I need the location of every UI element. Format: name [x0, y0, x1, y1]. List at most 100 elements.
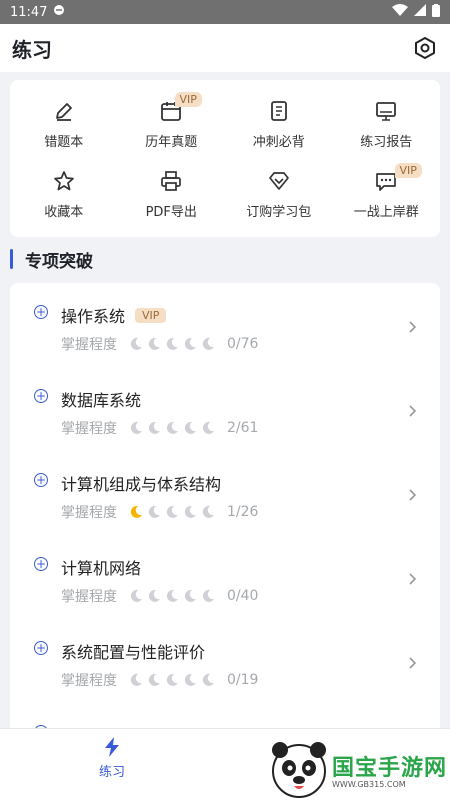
shortcut-practice-report[interactable]: 练习报告 — [333, 88, 441, 159]
plus-circle-icon[interactable]: + — [34, 305, 48, 319]
mastery-label: 掌握程度 — [61, 673, 117, 689]
moon-icon — [130, 505, 142, 518]
moon-icon — [166, 421, 178, 434]
signal-icon — [414, 4, 426, 20]
mastery-label: 掌握程度 — [61, 589, 117, 605]
shortcut-study-group[interactable]: VIP 一战上岸群 — [333, 159, 441, 230]
chevron-right-icon — [409, 405, 417, 417]
progress-count: 0/19 — [227, 672, 259, 688]
moon-icon — [166, 673, 178, 686]
tab-label: 练习 — [98, 765, 125, 780]
moon-icon — [202, 505, 214, 518]
moon-icon — [148, 673, 160, 686]
shortcut-order-package[interactable]: 订购学习包 — [225, 159, 333, 230]
moon-icon — [148, 337, 160, 350]
mastery-moons — [129, 589, 215, 603]
moon-icon — [148, 505, 160, 518]
shortcut-wrong-questions[interactable]: 错题本 — [10, 88, 118, 159]
shortcut-label: 收藏本 — [44, 205, 84, 221]
moon-icon — [148, 589, 160, 602]
shortcut-label: PDF导出 — [145, 205, 197, 221]
watermark-brand: 国宝手游网 — [332, 755, 448, 781]
moon-icon — [130, 421, 142, 434]
shortcut-past-exams[interactable]: VIP 历年真题 — [118, 88, 226, 159]
topic-name: 系统配置与性能评价 — [61, 643, 206, 662]
pencil-icon — [50, 97, 78, 125]
mastery-moons — [129, 505, 215, 519]
mastery-label: 掌握程度 — [61, 337, 117, 353]
moon-icon — [148, 421, 160, 434]
moon-icon — [130, 337, 142, 350]
topic-row[interactable]: + 计算机网络 掌握程度 0/40 — [10, 535, 440, 619]
chevron-right-icon — [409, 489, 417, 501]
mastery-moons — [129, 673, 215, 687]
mastery-moons — [129, 337, 215, 351]
shortcut-label: 历年真题 — [145, 134, 198, 150]
hexagon-settings-icon — [415, 37, 435, 59]
section-title: 专项突破 — [25, 251, 93, 272]
watermark-url: WWW.GB315.COM — [332, 779, 406, 789]
moon-icon — [202, 589, 214, 602]
shortcut-favorites[interactable]: 收藏本 — [10, 159, 118, 230]
progress-count: 0/76 — [227, 336, 259, 352]
battery-icon — [432, 3, 440, 21]
printer-icon — [157, 167, 185, 195]
status-bar: 11:47 — [0, 0, 450, 24]
app-bar: 练习 — [0, 24, 450, 72]
moon-icon — [202, 673, 214, 686]
moon-icon — [166, 337, 178, 350]
topic-row[interactable]: + 数据库系统 掌握程度 2/61 — [10, 367, 440, 451]
topic-name: 操作系统 — [61, 307, 126, 326]
moon-icon — [166, 589, 178, 602]
moon-icon — [184, 673, 196, 686]
wifi-icon — [392, 4, 408, 20]
moon-icon — [184, 421, 196, 434]
shortcut-label: 练习报告 — [360, 134, 413, 150]
progress-count: 1/26 — [227, 504, 259, 520]
plus-circle-icon[interactable]: + — [34, 389, 48, 403]
moon-icon — [202, 337, 214, 350]
star-icon — [50, 167, 78, 195]
shortcut-label: 错题本 — [44, 134, 84, 150]
plus-circle-icon[interactable]: + — [34, 557, 48, 571]
lightning-icon — [105, 737, 119, 757]
moon-icon — [166, 505, 178, 518]
topic-name: 计算机组成与体系结构 — [61, 475, 222, 494]
vip-badge: VIP — [394, 162, 422, 178]
moon-icon — [184, 505, 196, 518]
moon-icon — [130, 589, 142, 602]
mastery-label: 掌握程度 — [61, 421, 117, 437]
tab-practice[interactable]: 练习 — [82, 737, 142, 780]
vip-badge: VIP — [135, 307, 167, 323]
mastery-label: 掌握程度 — [61, 505, 117, 521]
shortcut-label: 冲刺必背 — [252, 134, 305, 150]
panda-mascot-icon — [272, 742, 326, 798]
topic-row[interactable]: + 计算机组成与体系结构 掌握程度 1/26 — [10, 451, 440, 535]
plus-circle-icon[interactable]: + — [34, 473, 48, 487]
diamond-icon — [265, 167, 293, 195]
progress-count: 0/40 — [227, 588, 259, 604]
chevron-right-icon — [409, 321, 417, 333]
topic-row[interactable]: + 系统配置与性能评价 掌握程度 0/19 — [10, 619, 440, 703]
document-icon — [265, 97, 293, 125]
section-accent-bar — [10, 249, 13, 269]
shortcut-pdf-export[interactable]: PDF导出 — [118, 159, 226, 230]
page-title: 练习 — [12, 37, 52, 62]
progress-count: 2/61 — [227, 420, 259, 436]
plus-circle-icon[interactable]: + — [34, 641, 48, 655]
moon-icon — [184, 589, 196, 602]
mastery-moons — [129, 421, 215, 435]
watermark-logo: 国宝手游网 WWW.GB315.COM — [268, 738, 450, 800]
chevron-right-icon — [409, 573, 417, 585]
notification-icon — [53, 4, 65, 20]
status-time: 11:47 — [10, 4, 48, 20]
topic-list: + 操作系统 VIP 掌握程度 0/76 + 数据库系统 掌握程度 2/61 +… — [10, 283, 440, 743]
moon-icon — [184, 337, 196, 350]
chevron-right-icon — [409, 657, 417, 669]
topic-row[interactable]: + 操作系统 VIP 掌握程度 0/76 — [10, 283, 440, 367]
moon-icon — [202, 421, 214, 434]
settings-button[interactable] — [412, 35, 438, 61]
moon-icon — [130, 673, 142, 686]
topic-name: 数据库系统 — [61, 391, 142, 410]
shortcut-sprint-memorize[interactable]: 冲刺必背 — [225, 88, 333, 159]
